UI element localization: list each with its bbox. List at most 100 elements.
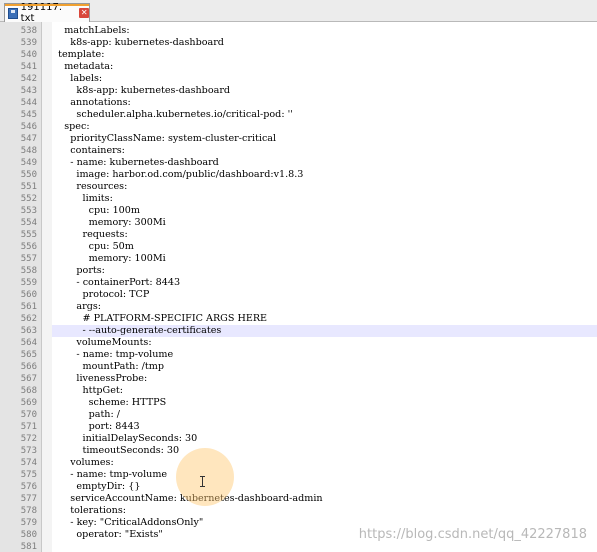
code-text: protocol: TCP [52,289,150,300]
code-text: - name: tmp-volume [52,469,168,480]
line-number: 542 [20,74,37,84]
code-line[interactable]: 539 k8s-app: kubernetes-dashboard [0,37,597,49]
line-number: 545 [20,110,37,120]
code-text: ports: [52,265,105,276]
code-text: matchLabels: [52,25,130,36]
line-number: 569 [20,398,37,408]
code-line[interactable]: 551 resources: [0,181,597,193]
code-text: tolerations: [52,505,127,516]
code-line[interactable]: 544 annotations: [0,97,597,109]
line-number: 548 [20,146,37,156]
code-line[interactable]: 563 - --auto-generate-certificates [21,325,597,337]
code-line[interactable]: 558 ports: [0,265,597,277]
code-text: annotations: [52,97,131,108]
code-line[interactable]: 569 scheme: HTTPS [0,397,597,409]
code-line[interactable]: 542 labels: [0,73,597,85]
code-text: priorityClassName: system-cluster-critic… [52,133,277,144]
line-number: 579 [20,518,37,528]
code-line[interactable]: 552 limits: [0,193,597,205]
code-line[interactable]: 549 - name: kubernetes-dashboard [0,157,597,169]
code-line[interactable]: 547 priorityClassName: system-cluster-cr… [0,133,597,145]
code-line[interactable]: 555 requests: [0,229,597,241]
code-line[interactable]: 571 port: 8443 [0,421,597,433]
code-text: httpGet: [52,385,123,396]
code-line[interactable]: 556 cpu: 50m [0,241,597,253]
code-text: port: 8443 [52,421,140,432]
code-line[interactable]: 557 memory: 100Mi [0,253,597,265]
line-number: 556 [20,242,37,252]
code-line[interactable]: 566 mountPath: /tmp [0,361,597,373]
line-number: 573 [20,446,37,456]
code-line[interactable]: 568 httpGet: [0,385,597,397]
line-number: 554 [20,218,37,228]
code-line[interactable]: 553 cpu: 100m [0,205,597,217]
line-number: 543 [20,86,37,96]
code-line[interactable]: 561 args: [0,301,597,313]
line-number: 547 [20,134,37,144]
code-text: resources: [52,181,128,192]
code-text: emptyDir: {} [52,481,141,492]
code-line[interactable]: 538 matchLabels: [0,25,597,37]
code-text: k8s-app: kubernetes-dashboard [52,37,224,48]
line-number: 555 [20,230,37,240]
code-line[interactable]: 573 timeoutSeconds: 30 [0,445,597,457]
code-line[interactable]: 567 livenessProbe: [0,373,597,385]
code-text: volumes: [52,457,114,468]
code-line[interactable]: 572 initialDelaySeconds: 30 [0,433,597,445]
code-line[interactable]: 574 volumes: [0,457,597,469]
line-number: 574 [20,458,37,468]
code-line[interactable]: 550 image: harbor.od.com/public/dashboar… [0,169,597,181]
code-line[interactable]: 543 k8s-app: kubernetes-dashboard [0,85,597,97]
tab-accent [5,4,89,6]
line-number: 552 [20,194,37,204]
line-number: 549 [20,158,37,168]
code-line[interactable]: 560 protocol: TCP [0,289,597,301]
code-text: - name: kubernetes-dashboard [52,157,219,168]
code-line[interactable]: 576 emptyDir: {} [0,481,597,493]
line-number: 546 [20,122,37,132]
line-number: 578 [20,506,37,516]
code-text: - containerPort: 8443 [52,277,181,288]
line-number: 565 [20,350,37,360]
save-icon [8,7,18,19]
code-line[interactable]: 570 path: / [0,409,597,421]
code-line[interactable]: 581 [0,541,597,552]
line-number: 558 [20,266,37,276]
code-text: k8s-app: kubernetes-dashboard [52,85,231,96]
code-editor[interactable]: 538 matchLabels: 539 k8s-app: kubernetes-… [0,22,597,552]
ibeam-cursor-icon [200,476,205,487]
code-text: metadata: [52,61,114,72]
close-icon[interactable]: ✕ [79,8,89,18]
code-line[interactable]: 548 containers: [0,145,597,157]
code-line[interactable]: 546 spec: [0,121,597,133]
code-text: scheduler.alpha.kubernetes.io/critical-p… [52,109,293,120]
code-line[interactable]: 564 volumeMounts: [0,337,597,349]
line-number: 577 [20,494,37,504]
line-number: 581 [20,542,37,552]
code-line[interactable]: 565 - name: tmp-volume [0,349,597,361]
code-line[interactable]: 577 serviceAccountName: kubernetes-dashb… [0,493,597,505]
line-number: 570 [20,410,37,420]
code-line[interactable]: 578 tolerations: [0,505,597,517]
code-text: containers: [52,145,125,156]
code-line[interactable]: 541 metadata: [0,61,597,73]
code-line[interactable]: 562 # PLATFORM-SPECIFIC ARGS HERE [0,313,597,325]
line-number: 557 [20,254,37,264]
line-number: 561 [20,302,37,312]
code-line[interactable]: 540 template: [0,49,597,61]
code-text: timeoutSeconds: 30 [52,445,180,456]
code-text: cpu: 100m [52,205,140,216]
code-line[interactable]: 545 scheduler.alpha.kubernetes.io/critic… [0,109,597,121]
line-number: 576 [20,482,37,492]
code-text: path: / [52,409,121,420]
tab-bar: 191117. txt ✕ [0,0,597,24]
code-text: mountPath: /tmp [52,361,164,372]
code-text: - --auto-generate-certificates [52,325,222,336]
code-line[interactable]: 575 - name: tmp-volume [0,469,597,481]
code-line[interactable]: 554 memory: 300Mi [0,217,597,229]
line-number: 560 [20,290,37,300]
code-line[interactable]: 559 - containerPort: 8443 [0,277,597,289]
file-tab[interactable]: 191117. txt ✕ [4,2,90,24]
code-text: operator: "Exists" [52,529,163,540]
line-number: 575 [20,470,37,480]
